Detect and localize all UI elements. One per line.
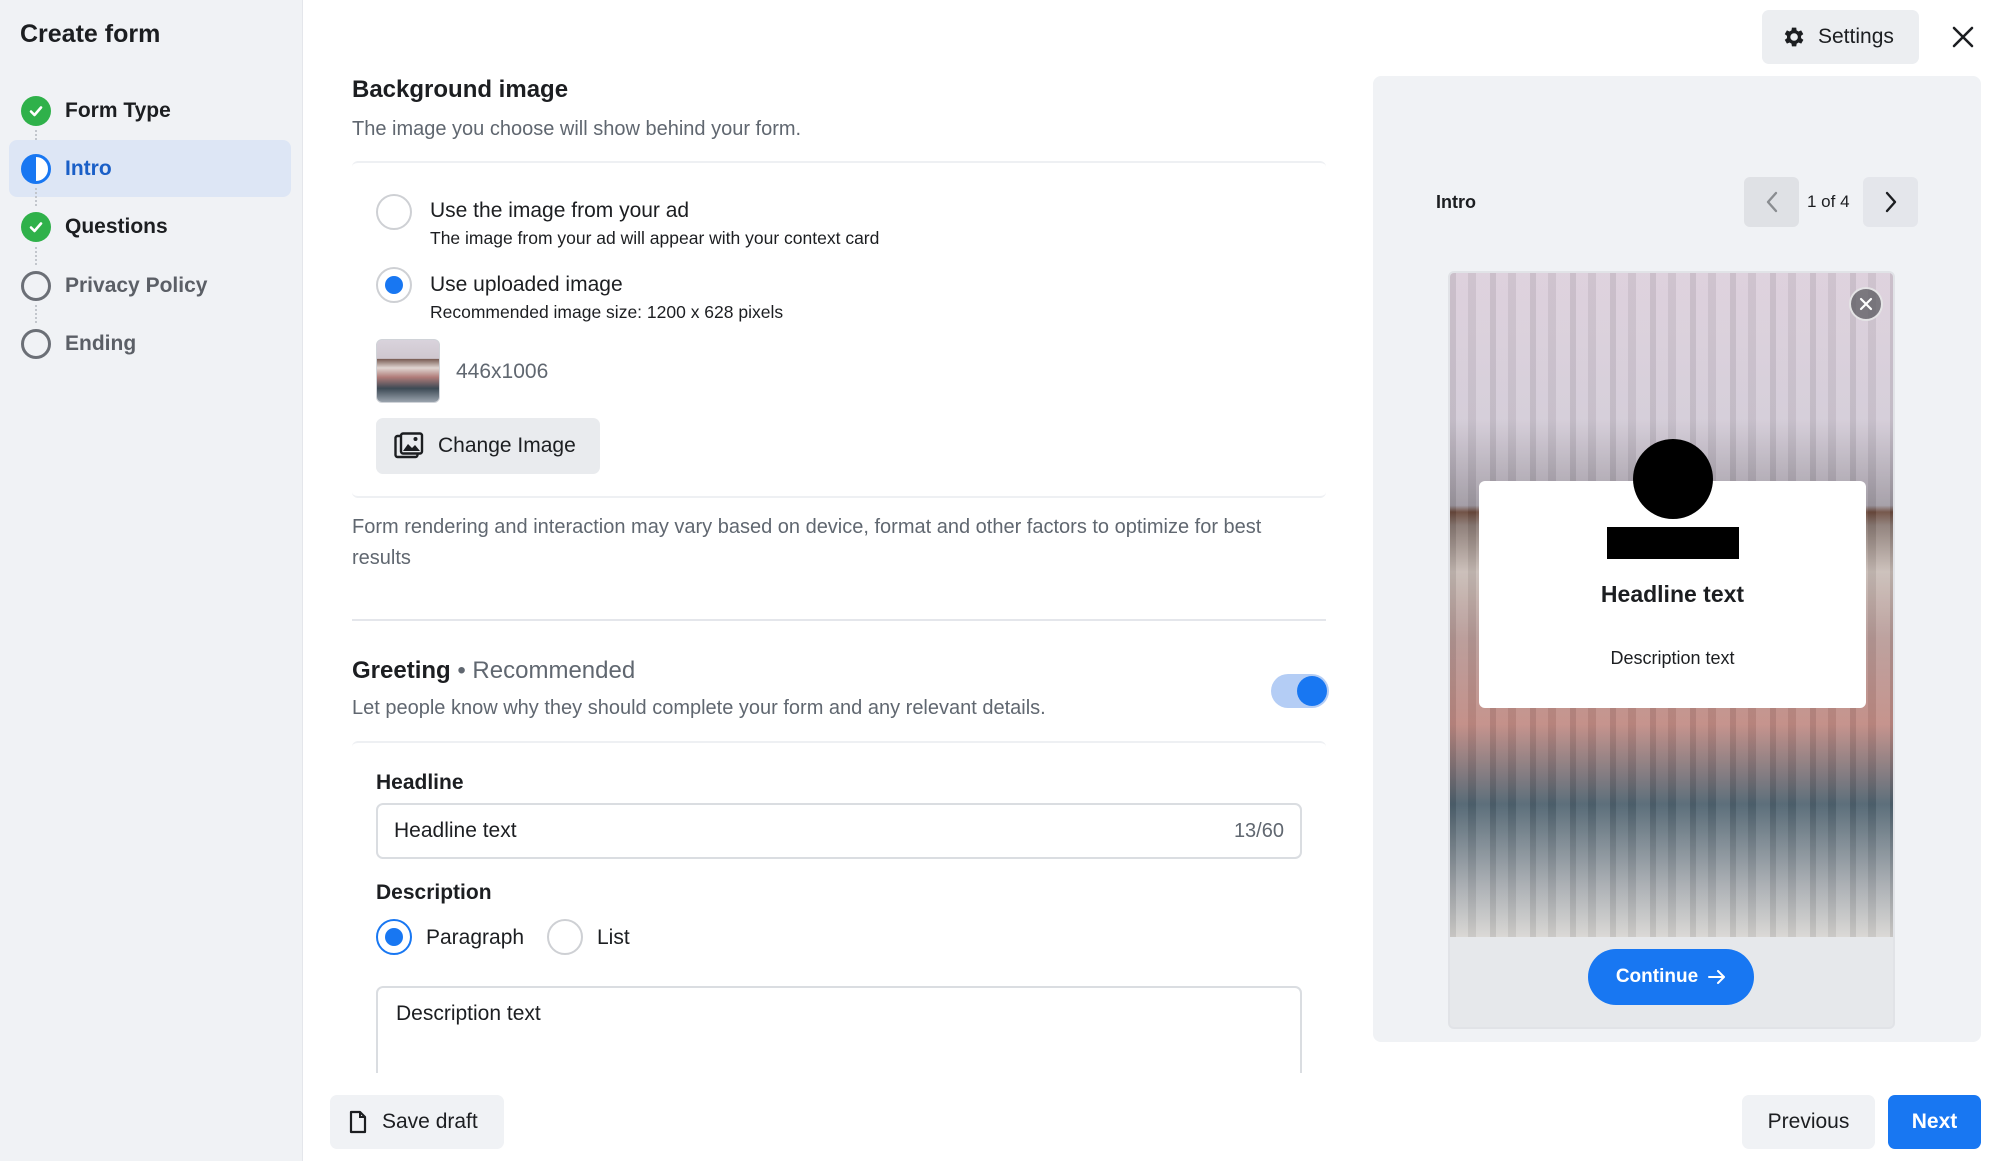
preview-next-button[interactable]: [1863, 177, 1918, 227]
close-icon: [1952, 26, 1974, 48]
greeting-toggle[interactable]: [1271, 674, 1329, 708]
sidebar-item-label: Questions: [65, 215, 168, 239]
sidebar-item-label: Intro: [65, 156, 112, 180]
form-preview-panel: Intro 1 of 4 Headline text Description t…: [1373, 76, 1981, 1042]
settings-label: Settings: [1818, 25, 1894, 48]
save-draft-button[interactable]: Save draft: [330, 1095, 504, 1149]
sidebar-item-ending[interactable]: Ending: [9, 316, 291, 373]
preview-intro-card: Headline text Description text: [1479, 439, 1866, 708]
background-image-card: Use the image from your ad The image fro…: [352, 161, 1326, 498]
continue-label: Continue: [1615, 966, 1699, 987]
sidebar-item-form-type[interactable]: Form Type: [9, 82, 291, 148]
arrow-right-icon: [1708, 970, 1726, 984]
preview-close-icon: [1849, 287, 1883, 321]
close-button[interactable]: [1944, 18, 1982, 56]
step-list: Form Type Intro Questions Privacy Policy…: [9, 82, 291, 374]
greeting-title: Greeting: [352, 657, 451, 684]
headline-label: Headline: [376, 771, 464, 794]
image-icon: [394, 432, 424, 459]
option-label: Use uploaded image: [430, 273, 623, 296]
main-content: Background image The image you choose wi…: [304, 0, 1369, 1161]
description-label: Description: [376, 881, 492, 904]
character-counter: 13/60: [1233, 819, 1284, 842]
save-draft-label: Save draft: [382, 1110, 478, 1133]
option-label: Use the image from your ad: [430, 199, 690, 222]
radio-use-uploaded-image[interactable]: [376, 267, 412, 303]
checkmark-icon: [21, 212, 51, 243]
radio-paragraph[interactable]: [376, 919, 412, 955]
sidebar-item-intro[interactable]: Intro: [9, 140, 291, 207]
uploaded-image-thumbnail: [376, 339, 440, 403]
chevron-right-icon: [1885, 191, 1896, 213]
preview-page-indicator: 1 of 4: [1807, 192, 1850, 211]
option-sublabel: Recommended image size: 1200 x 628 pixel…: [430, 302, 784, 322]
preview-headline: Headline text: [1600, 581, 1745, 607]
change-image-button[interactable]: Change Image: [376, 418, 600, 474]
preview-section-title: Intro: [1436, 192, 1476, 212]
list-label: List: [597, 926, 630, 949]
preview-previous-button[interactable]: [1744, 177, 1799, 227]
preview-description: Description text: [1610, 648, 1735, 668]
checkmark-icon: [21, 95, 51, 126]
settings-button[interactable]: Settings: [1762, 10, 1919, 64]
next-button[interactable]: Next: [1888, 1095, 1981, 1149]
preview-continue-button[interactable]: Continue: [1588, 949, 1754, 1005]
background-image-subtitle: The image you choose will show behind yo…: [352, 118, 802, 140]
radio-list[interactable]: [547, 919, 583, 955]
empty-circle-icon: [21, 329, 51, 360]
empty-circle-icon: [21, 270, 51, 301]
sidebar-item-label: Ending: [65, 332, 137, 356]
option-sublabel: The image from your ad will appear with …: [430, 228, 880, 248]
avatar: [1633, 439, 1713, 519]
chevron-left-icon: [1766, 191, 1777, 213]
recommended-badge: • Recommended: [457, 657, 636, 684]
sidebar: Create form Form Type Intro Questions Pr…: [0, 0, 303, 1161]
headline-input[interactable]: Headline text 13/60: [376, 803, 1302, 859]
section-divider: [352, 619, 1326, 621]
phone-preview: Headline text Description text Continue: [1448, 271, 1895, 1029]
sidebar-item-questions[interactable]: Questions: [9, 199, 291, 265]
gear-icon: [1784, 27, 1804, 47]
background-image-heading: Background image: [352, 76, 569, 103]
description-value: Description text: [396, 1002, 541, 1025]
half-circle-icon: [21, 153, 51, 184]
sidebar-item-privacy-policy[interactable]: Privacy Policy: [9, 257, 291, 324]
radio-use-ad-image[interactable]: [376, 194, 412, 230]
sidebar-title: Create form: [20, 20, 161, 48]
rendering-note: Form rendering and interaction may vary …: [352, 516, 1262, 569]
description-textarea[interactable]: Description text: [376, 986, 1302, 1076]
greeting-heading: Greeting • Recommended: [352, 657, 635, 685]
document-icon: [349, 1110, 367, 1134]
sidebar-item-label: Privacy Policy: [65, 273, 208, 297]
paragraph-label: Paragraph: [426, 926, 525, 949]
previous-button[interactable]: Previous: [1742, 1095, 1875, 1149]
greeting-subtitle: Let people know why they should complete…: [352, 697, 1046, 719]
headline-value: Headline text: [394, 819, 517, 842]
page-name-placeholder: [1607, 527, 1739, 559]
image-dimensions: 446x1006: [456, 360, 549, 383]
sidebar-item-label: Form Type: [65, 98, 171, 122]
change-image-label: Change Image: [438, 434, 576, 457]
